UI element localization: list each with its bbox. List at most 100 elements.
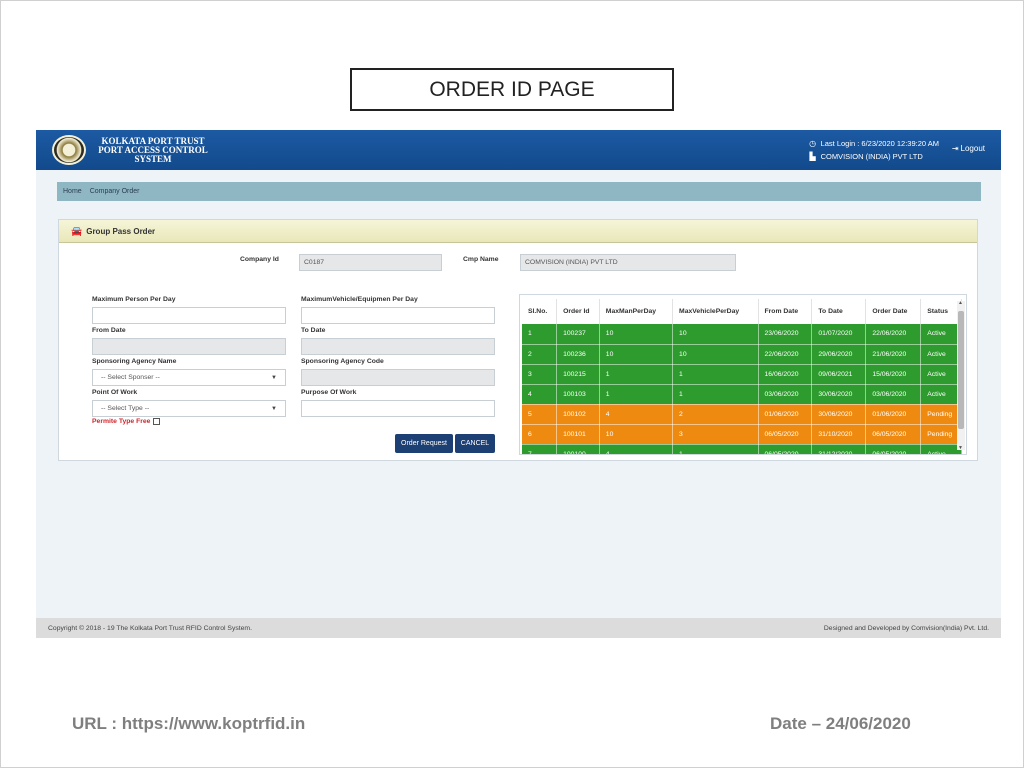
- credit-text: Designed and Developed by Comvision(Indi…: [823, 624, 989, 632]
- cmp-name-label: Cmp Name: [463, 256, 499, 263]
- port-trust-logo: [52, 135, 86, 165]
- last-login-text: Last Login : 6/23/2020 12:39:20 AM: [820, 139, 939, 148]
- point-of-work-label: Point Of Work: [92, 389, 138, 396]
- order-cell: 100237: [556, 324, 600, 345]
- order-row[interactable]: 7 100100 4 1 06/05/2020 31/12/2020 06/05/2020 A…: [522, 444, 962, 454]
- type-select[interactable]: -- Select Type -- ▼: [92, 400, 286, 417]
- order-cell: 100101: [556, 424, 600, 445]
- scroll-up-icon[interactable]: ▲: [958, 300, 963, 306]
- breadcrumb: Home Company Order: [57, 182, 981, 201]
- order-cell: 6: [522, 424, 558, 445]
- slide-title: ORDER ID PAGE: [350, 68, 674, 111]
- orders-table: Sl.No. Order Id MaxManPerDay MaxVehicleP…: [522, 299, 962, 454]
- order-cell: 31/10/2020: [811, 424, 867, 445]
- order-cell: 06/05/2020: [758, 424, 813, 445]
- group-pass-order-panel: 🚘 Group Pass Order Company Id C0187 Cmp …: [58, 219, 978, 461]
- sponsor-select[interactable]: -- Select Sponser -- ▼: [92, 369, 286, 386]
- order-cell: Active: [920, 344, 962, 365]
- cancel-button[interactable]: CANCEL: [455, 434, 495, 453]
- max-person-label: Maximum Person Per Day: [92, 296, 176, 303]
- permit-label: Permite Type Free: [92, 418, 151, 425]
- order-cell: 21/06/2020: [865, 344, 922, 365]
- breadcrumb-home[interactable]: Home: [63, 188, 82, 195]
- order-cell: 10: [672, 344, 759, 365]
- company-name-text: COMVISION (INDIA) PVT LTD: [820, 152, 923, 161]
- order-cell: 1: [599, 364, 674, 385]
- order-cell: Pending: [920, 424, 962, 445]
- chevron-down-icon: ▼: [271, 405, 277, 412]
- from-date-field[interactable]: [92, 338, 286, 355]
- cmp-name-field[interactable]: COMVISION (INDIA) PVT LTD: [520, 254, 736, 271]
- sponsor-code-label: Sponsoring Agency Code: [301, 358, 384, 365]
- max-vehicle-field[interactable]: [301, 307, 495, 324]
- orders-body: 1 100237 10 10 23/06/2020 01/07/2020 22/06/202…: [522, 324, 962, 454]
- order-cell: 1: [672, 384, 759, 405]
- order-cell: Active: [920, 324, 962, 345]
- order-cell: 10: [599, 324, 674, 345]
- order-row[interactable]: 5 100102 4 2 01/06/2020 30/06/2020 01/06/2020 P…: [522, 404, 962, 425]
- max-vehicle-label: MaximumVehicle/Equipmen Per Day: [301, 296, 418, 303]
- scroll-down-icon[interactable]: ▼: [958, 445, 963, 451]
- logo-line-3: SYSTEM: [134, 154, 172, 164]
- order-cell: 3: [672, 424, 759, 445]
- max-person-field[interactable]: [92, 307, 286, 324]
- orders-scrollbar[interactable]: ▲ ▼: [957, 300, 965, 451]
- purpose-field[interactable]: [301, 400, 495, 417]
- order-cell: 100102: [556, 404, 600, 425]
- order-cell: 01/06/2020: [865, 404, 922, 425]
- company-id-label: Company Id: [240, 256, 279, 263]
- col-sl-no: Sl.No.: [522, 299, 558, 324]
- order-cell: 29/06/2020: [811, 344, 867, 365]
- order-cell: 22/06/2020: [865, 324, 922, 345]
- order-cell: 06/05/2020: [758, 444, 813, 454]
- to-date-label: To Date: [301, 327, 326, 334]
- order-row[interactable]: 4 100103 1 1 03/06/2020 30/06/2020 03/06/2020 A…: [522, 384, 962, 405]
- order-cell: 10: [599, 344, 674, 365]
- order-row[interactable]: 3 100215 1 1 16/06/2020 09/06/2021 15/06/2020 A…: [522, 364, 962, 385]
- scroll-thumb[interactable]: [958, 311, 964, 429]
- copyright-text: Copyright © 2018 - 19 The Kolkata Port T…: [48, 624, 252, 632]
- sponsor-code-field[interactable]: [301, 369, 495, 386]
- col-order-date: Order Date: [865, 299, 922, 324]
- logout-label: Logout: [960, 144, 985, 153]
- order-cell: 100100: [556, 444, 600, 454]
- order-cell: 06/05/2020: [865, 444, 922, 454]
- order-cell: 16/06/2020: [758, 364, 813, 385]
- col-max-man: MaxManPerDay: [599, 299, 674, 324]
- order-cell: 2: [672, 404, 759, 425]
- order-cell: 1: [672, 444, 759, 454]
- order-cell: 4: [599, 444, 674, 454]
- col-max-vehicle: MaxVehiclePerDay: [672, 299, 759, 324]
- panel-header: 🚘 Group Pass Order: [59, 220, 977, 243]
- order-cell: 3: [522, 364, 558, 385]
- logout-link[interactable]: ⇥ Logout: [952, 144, 985, 153]
- company-id-field[interactable]: C0187: [299, 254, 442, 271]
- order-row[interactable]: 1 100237 10 10 23/06/2020 01/07/2020 22/06/202…: [522, 324, 962, 345]
- order-cell: 09/06/2021: [811, 364, 867, 385]
- permit-checkbox[interactable]: [153, 418, 161, 425]
- order-row[interactable]: 6 100101 10 3 06/05/2020 31/10/2020 06/05/2020…: [522, 424, 962, 445]
- col-status: Status: [920, 299, 962, 324]
- sponsor-name-label: Sponsoring Agency Name: [92, 358, 177, 365]
- permit-type-free: Permite Type Free: [92, 418, 161, 425]
- order-cell: 30/06/2020: [811, 404, 867, 425]
- order-cell: 23/06/2020: [758, 324, 813, 345]
- order-request-button[interactable]: Order Request: [395, 434, 453, 453]
- logout-icon: ⇥: [951, 144, 959, 153]
- order-cell: 100103: [556, 384, 600, 405]
- order-cell: 4: [599, 404, 674, 425]
- app-footer: Copyright © 2018 - 19 The Kolkata Port T…: [36, 618, 1001, 638]
- app-header: KOLKATA PORT TRUST PORT ACCESS CONTROL S…: [36, 130, 1001, 170]
- orders-grid: Sl.No. Order Id MaxManPerDay MaxVehicleP…: [519, 294, 967, 455]
- order-cell: Pending: [920, 404, 962, 425]
- sponsor-select-value: -- Select Sponser --: [101, 374, 160, 381]
- to-date-field[interactable]: [301, 338, 495, 355]
- order-row[interactable]: 2 100236 10 10 22/06/2020 29/06/2020 21/06/202…: [522, 344, 962, 365]
- order-cell: 100236: [556, 344, 600, 365]
- order-cell: Active: [920, 364, 962, 385]
- chevron-down-icon: ▼: [271, 374, 277, 381]
- slide-url: URL : https://www.koptrfid.in: [72, 714, 306, 733]
- orders-header-row: Sl.No. Order Id MaxManPerDay MaxVehicleP…: [522, 299, 962, 324]
- app-screenshot: KOLKATA PORT TRUST PORT ACCESS CONTROL S…: [36, 130, 1001, 638]
- app-logo-text: KOLKATA PORT TRUST PORT ACCESS CONTROL S…: [92, 137, 214, 164]
